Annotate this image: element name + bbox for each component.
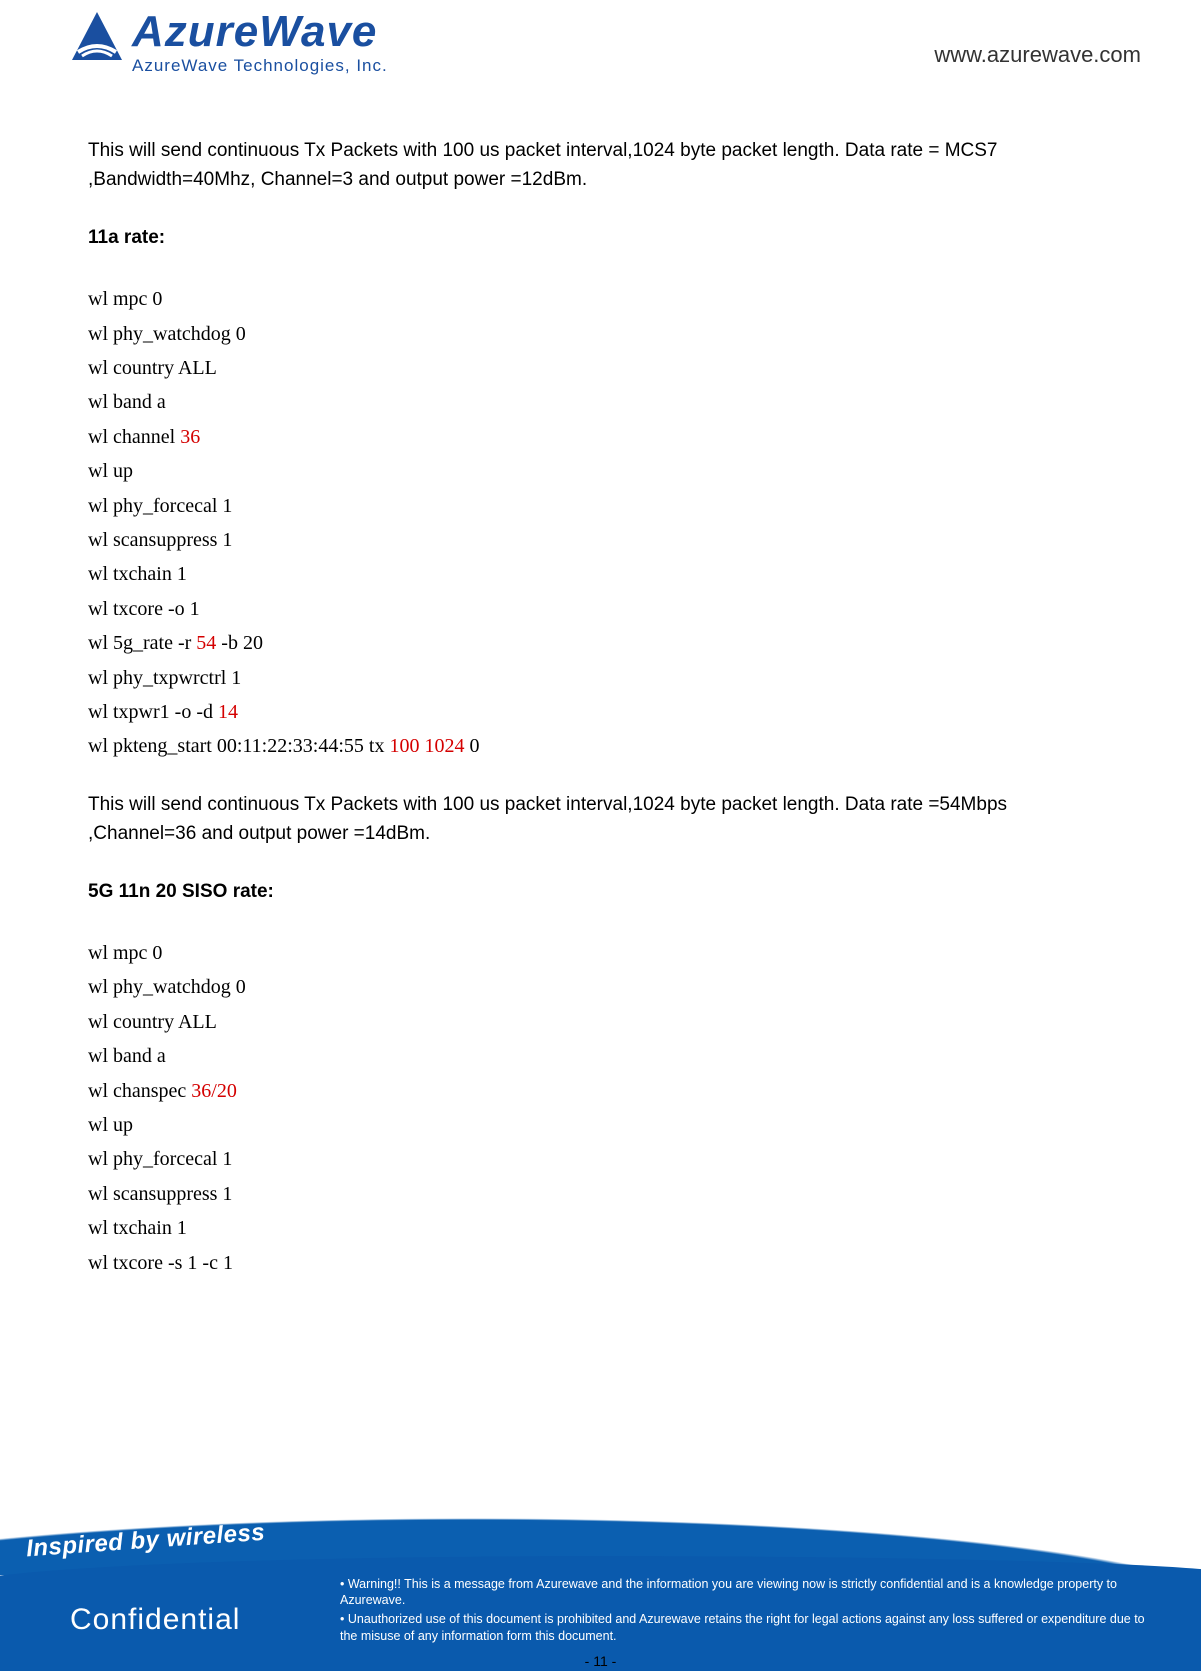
cmd-line: wl txchain 1 bbox=[88, 1211, 1113, 1245]
cmd-param-red: 36 bbox=[180, 426, 200, 448]
cmd-line: wl phy_forcecal 1 bbox=[88, 489, 1113, 523]
logo-sub-text: AzureWave Technologies, Inc. bbox=[132, 56, 388, 76]
header-url: www.azurewave.com bbox=[934, 42, 1141, 68]
cmd-param-red: 14 bbox=[218, 701, 238, 723]
cmd-line: wl scansuppress 1 bbox=[88, 523, 1113, 557]
cmd-line: wl pkteng_start 00:11:22:33:44:55 tx 100… bbox=[88, 729, 1113, 763]
page-number: - 11 - bbox=[0, 1653, 1201, 1669]
cmd-line: wl band a bbox=[88, 1039, 1113, 1073]
cmd-line: wl up bbox=[88, 454, 1113, 488]
cmd-line: wl txchain 1 bbox=[88, 557, 1113, 591]
footer-warning-block: • Warning!! This is a message from Azure… bbox=[340, 1576, 1161, 1648]
footer-confidential: Confidential bbox=[70, 1603, 240, 1637]
section-title-11a: 11a rate: bbox=[88, 223, 1113, 252]
cmd-text: wl pkteng_start 00:11:22:33:44:55 tx bbox=[88, 735, 389, 757]
logo-main-text: AzureWave bbox=[132, 10, 388, 54]
cmd-line: wl channel 36 bbox=[88, 420, 1113, 454]
logo-text: AzureWave AzureWave Technologies, Inc. bbox=[132, 10, 388, 76]
cmd-line: wl mpc 0 bbox=[88, 282, 1113, 316]
cmd-line: wl band a bbox=[88, 385, 1113, 419]
cmd-line: wl mpc 0 bbox=[88, 936, 1113, 970]
cmd-line: wl phy_forcecal 1 bbox=[88, 1142, 1113, 1176]
page-content: This will send continuous Tx Packets wit… bbox=[0, 76, 1201, 1280]
cmd-line: wl country ALL bbox=[88, 1005, 1113, 1039]
azurewave-logo-icon bbox=[70, 10, 124, 64]
cmd-text: -b 20 bbox=[216, 632, 263, 654]
cmd-line: wl 5g_rate -r 54 -b 20 bbox=[88, 626, 1113, 660]
cmd-line: wl chanspec 36/20 bbox=[88, 1074, 1113, 1108]
cmd-line: wl up bbox=[88, 1108, 1113, 1142]
logo-block: AzureWave AzureWave Technologies, Inc. bbox=[70, 10, 388, 76]
page-header: AzureWave AzureWave Technologies, Inc. w… bbox=[0, 0, 1201, 76]
cmd-text: wl channel bbox=[88, 426, 180, 448]
cmd-text: wl txpwr1 -o -d bbox=[88, 701, 218, 723]
page-footer: Inspired by wireless Confidential • Warn… bbox=[0, 1471, 1201, 1671]
cmd-line: wl country ALL bbox=[88, 351, 1113, 385]
cmd-line: wl txcore -o 1 bbox=[88, 592, 1113, 626]
cmd-param-red: 36/20 bbox=[191, 1080, 237, 1102]
footer-warning-2: • Unauthorized use of this document is p… bbox=[340, 1611, 1161, 1645]
cmd-text: wl 5g_rate -r bbox=[88, 632, 196, 654]
cmd-text: 0 bbox=[464, 735, 479, 757]
intro-paragraph-1: This will send continuous Tx Packets wit… bbox=[88, 136, 1113, 195]
cmd-param-red: 54 bbox=[196, 632, 216, 654]
cmd-line: wl phy_watchdog 0 bbox=[88, 317, 1113, 351]
command-block-11a: wl mpc 0 wl phy_watchdog 0 wl country AL… bbox=[88, 282, 1113, 763]
cmd-line: wl txpwr1 -o -d 14 bbox=[88, 695, 1113, 729]
cmd-line: wl phy_txpwrctrl 1 bbox=[88, 661, 1113, 695]
section-title-5g11n: 5G 11n 20 SISO rate: bbox=[88, 877, 1113, 906]
cmd-param-red: 100 1024 bbox=[389, 735, 464, 757]
footer-warning-1: • Warning!! This is a message from Azure… bbox=[340, 1576, 1161, 1610]
cmd-line: wl phy_watchdog 0 bbox=[88, 970, 1113, 1004]
cmd-line: wl scansuppress 1 bbox=[88, 1177, 1113, 1211]
cmd-line: wl txcore -s 1 -c 1 bbox=[88, 1246, 1113, 1280]
command-block-5g11n: wl mpc 0 wl phy_watchdog 0 wl country AL… bbox=[88, 936, 1113, 1280]
cmd-text: wl chanspec bbox=[88, 1080, 191, 1102]
intro-paragraph-2: This will send continuous Tx Packets wit… bbox=[88, 790, 1113, 849]
